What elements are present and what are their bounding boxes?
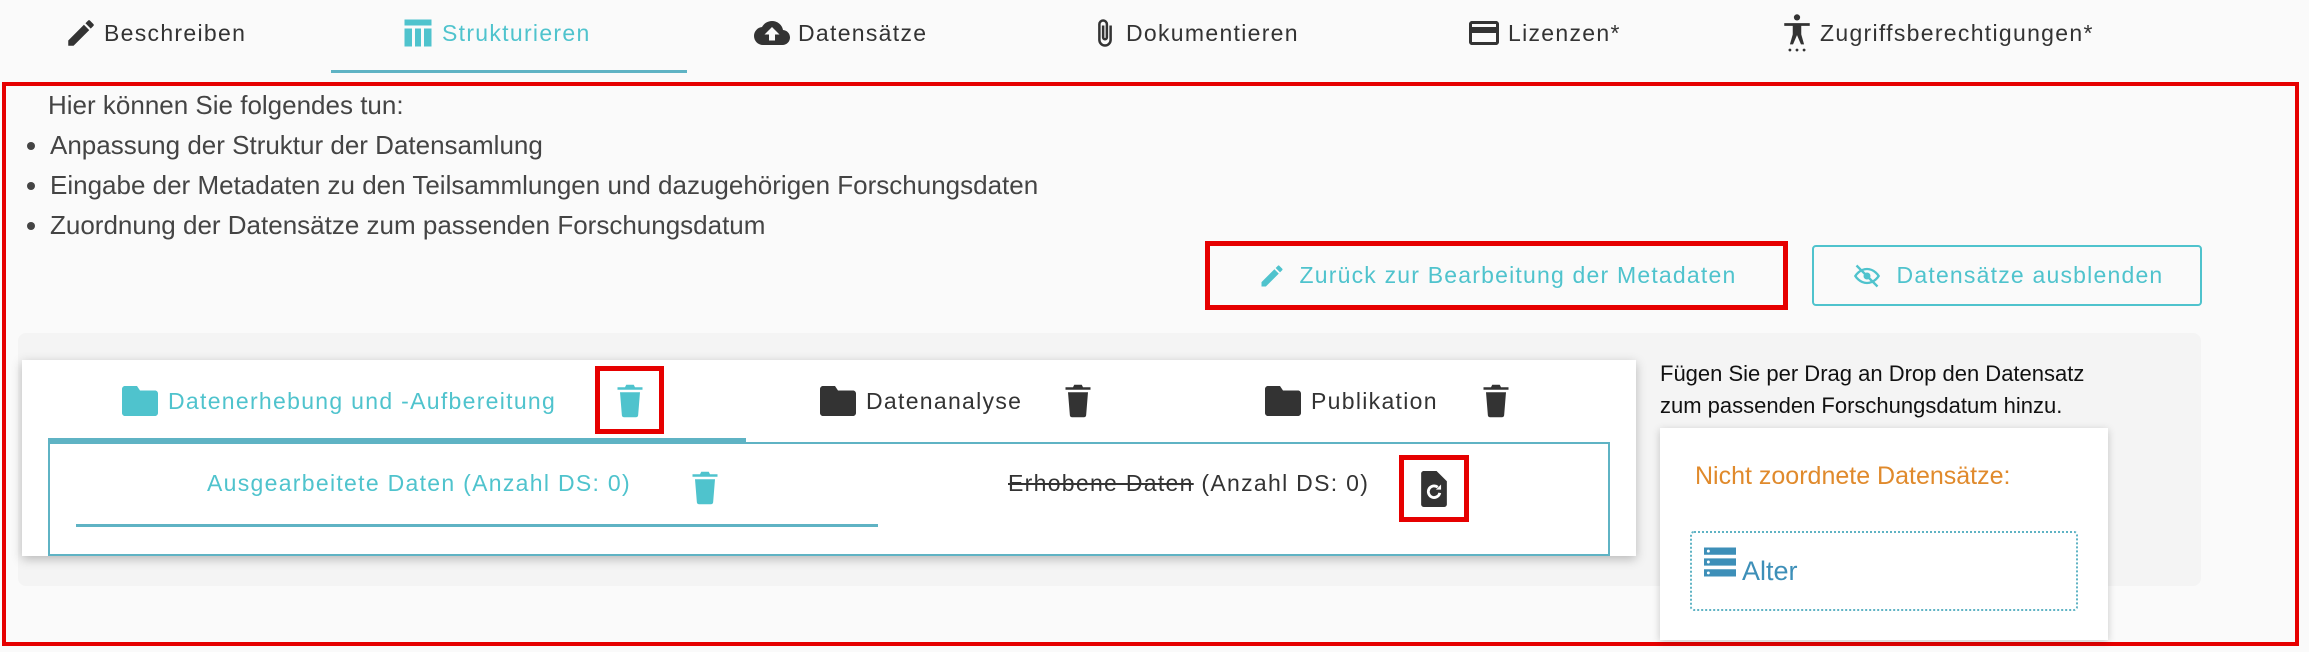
pencil-icon — [1261, 264, 1283, 286]
folder-label: Datenerhebung und -Aufbereitung — [168, 387, 557, 414]
list-item: Anpassung der Struktur der Datensamlung — [50, 128, 1038, 168]
subcollection-box — [48, 442, 1610, 556]
unassigned-title: Nicht zoordnete Datensätze: — [1695, 462, 2011, 490]
tab-label: Dokumentieren — [1126, 19, 1299, 46]
active-tab-indicator — [331, 70, 687, 73]
button-label: Datensätze ausblenden — [1896, 262, 2164, 288]
subtab-erhobene-daten[interactable]: Erhobene Daten (Anzahl DS: 0) — [1008, 470, 1369, 497]
eye-off-icon — [1853, 264, 1880, 287]
trash-icon[interactable] — [1481, 384, 1511, 418]
cloud-upload-icon — [754, 20, 790, 45]
subtab-label: Ausgearbeitete Daten (Anzahl DS: 0) — [207, 470, 631, 496]
database-list-icon — [1704, 547, 1736, 577]
subtab-label-deleted: Erhobene Daten — [1008, 470, 1194, 496]
active-subtab-indicator — [76, 524, 878, 527]
accessibility-icon — [1784, 14, 1810, 52]
folder-label: Publikation — [1311, 387, 1438, 414]
tab-label: Beschreiben — [104, 19, 247, 46]
credit-card-icon — [1469, 21, 1499, 45]
folder-label: Datenanalyse — [866, 387, 1023, 414]
dataset-item-alter[interactable]: Alter — [1690, 531, 2078, 611]
hide-datasets-button[interactable]: Datensätze ausblenden — [1812, 245, 2202, 306]
list-item: Zuordnung der Datensätze zum passenden F… — [50, 208, 1038, 248]
folder-icon — [122, 386, 158, 416]
table-icon — [404, 19, 432, 47]
intro-text: Hier können Sie folgendes tun: — [48, 90, 404, 120]
trash-icon[interactable] — [1063, 384, 1093, 418]
tab-strukturieren[interactable]: Strukturieren — [400, 0, 591, 66]
tab-lizenzen[interactable]: Lizenzen* — [1466, 0, 1621, 66]
subtab-ausgearbeitete-daten[interactable]: Ausgearbeitete Daten (Anzahl DS: 0) — [207, 470, 631, 497]
back-to-metadata-button[interactable]: Zurück zur Bearbeitung der Metadaten — [1212, 247, 1782, 304]
tab-datensaetze[interactable]: Datensätze — [752, 0, 927, 66]
hint-line: Fügen Sie per Drag an Drop den Datensatz — [1660, 361, 2085, 386]
paperclip-icon — [1098, 19, 1112, 47]
trash-icon[interactable] — [615, 384, 645, 418]
restore-icon[interactable] — [1418, 471, 1450, 507]
dataset-label: Alter — [1742, 555, 1798, 586]
hint-line: zum passenden Forschungsdatum hinzu. — [1660, 393, 2063, 418]
folder-tab-publikation[interactable]: Publikation — [1265, 374, 1438, 428]
folder-icon — [820, 386, 856, 416]
tab-label: Strukturieren — [442, 19, 591, 46]
tab-dokumentieren[interactable]: Dokumentieren — [1090, 0, 1299, 66]
intro-list: Anpassung der Struktur der Datensamlung … — [20, 128, 1038, 248]
tab-beschreiben[interactable]: Beschreiben — [64, 0, 246, 66]
tab-label: Lizenzen* — [1508, 19, 1621, 46]
subtab-count: (Anzahl DS: 0) — [1193, 470, 1370, 496]
folder-tab-datenerhebung[interactable]: Datenerhebung und -Aufbereitung — [122, 374, 556, 428]
tab-label: Zugriffsberechtigungen* — [1820, 19, 2094, 46]
tab-zugriffsberechtigungen[interactable]: Zugriffsberechtigungen* — [1780, 0, 2094, 66]
folder-icon — [1265, 386, 1301, 416]
tab-label: Datensätze — [798, 19, 928, 46]
drag-drop-hint: Fügen Sie per Drag an Drop den Datensatz… — [1660, 358, 2084, 422]
list-item: Eingabe der Metadaten zu den Teilsammlun… — [50, 168, 1038, 208]
trash-icon[interactable] — [690, 471, 720, 505]
folder-tab-datenanalyse[interactable]: Datenanalyse — [820, 374, 1022, 428]
pencil-icon — [68, 20, 94, 46]
button-label: Zurück zur Bearbeitung der Metadaten — [1299, 262, 1737, 288]
